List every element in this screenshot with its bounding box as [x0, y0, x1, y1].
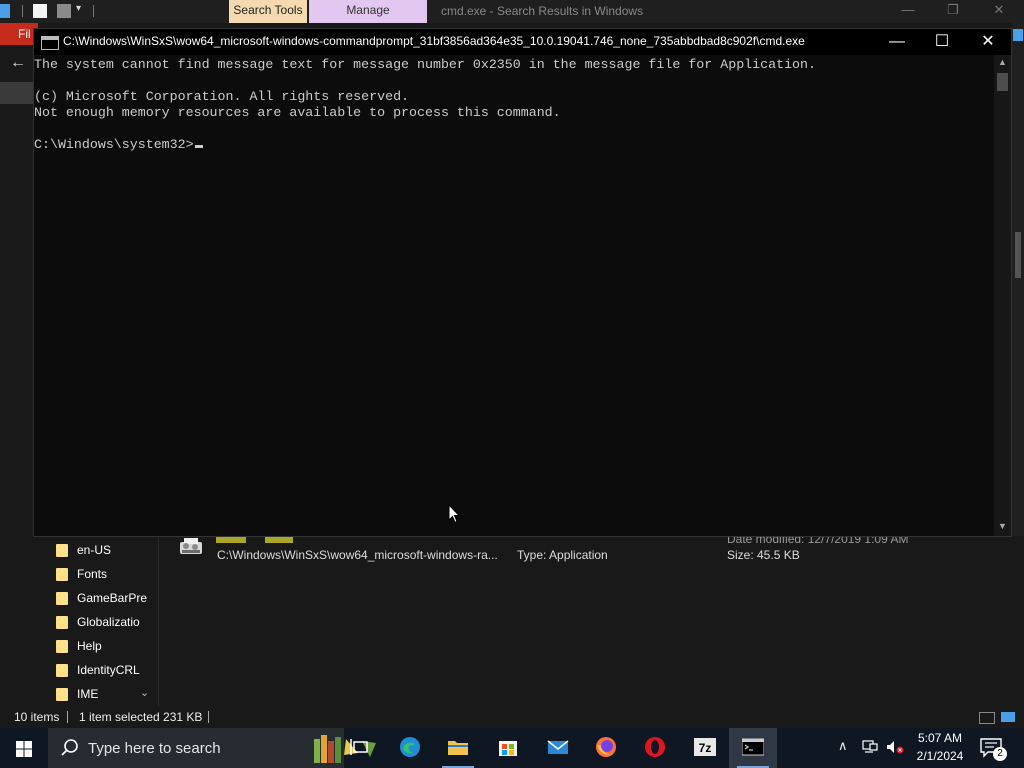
start-button[interactable] — [0, 728, 48, 768]
cmd-maximize-button[interactable]: ☐ — [919, 29, 965, 55]
volume-muted-icon[interactable] — [886, 740, 904, 754]
new-folder-icon[interactable] — [57, 4, 71, 18]
taskbar-7zip[interactable]: 7z — [681, 728, 729, 768]
status-separator — [67, 711, 68, 723]
taskbar-mail[interactable] — [534, 728, 582, 768]
back-arrow-icon[interactable]: ← — [10, 54, 26, 72]
cmd-minimize-button[interactable]: — — [874, 29, 920, 55]
taskbar-firefox[interactable] — [582, 728, 630, 768]
opera-icon — [645, 737, 665, 757]
text-cursor — [194, 145, 203, 148]
status-item-count: 10 items — [14, 710, 60, 724]
taskbar-edge[interactable] — [386, 728, 434, 768]
application-file-icon — [180, 538, 202, 554]
folder-icon — [56, 664, 68, 677]
taskbar-command-prompt[interactable] — [729, 728, 777, 768]
folder-icon — [56, 640, 68, 653]
firefox-icon — [596, 737, 616, 757]
explorer-scrollbar-thumb[interactable] — [1015, 232, 1021, 278]
file-tab[interactable]: Fil — [0, 23, 38, 45]
nav-item-label: en-US — [77, 543, 112, 557]
cmd-icon — [742, 738, 764, 756]
taskbar: Type here to search 7z ∧ 5:07 AM 2/1/202… — [0, 728, 1024, 768]
network-icon[interactable] — [862, 740, 878, 754]
cmd-scrollbar-thumb[interactable] — [997, 73, 1008, 91]
nav-item-label: Fonts — [77, 567, 108, 581]
7zip-icon-label: 7z — [699, 741, 712, 755]
7zip-icon: 7z — [694, 738, 716, 756]
console-line: The system cannot find message text for … — [34, 57, 816, 72]
nav-item-label: GameBarPre — [77, 591, 148, 605]
result-size: Size: 45.5 KB — [727, 548, 800, 562]
nav-item-label: IdentityCRL — [77, 663, 140, 677]
taskbar-search-box[interactable]: Type here to search — [48, 728, 376, 768]
status-selection: 1 item selected 231 KB — [79, 710, 203, 724]
search-placeholder: Type here to search — [88, 740, 221, 757]
windows-logo-icon — [16, 741, 32, 757]
console-output[interactable]: The system cannot find message text for … — [34, 55, 994, 536]
details-view-icon[interactable] — [979, 712, 995, 724]
status-bar: 10 items 1 item selected 231 KB — [0, 706, 1024, 728]
explorer-title-bar: ▾ Search Tools Manage cmd.exe - Search R… — [0, 0, 1024, 23]
explorer-minimize-button[interactable]: — — [893, 2, 923, 20]
explorer-app-icon — [0, 4, 10, 18]
quick-access-separator — [22, 5, 23, 17]
pane-divider[interactable] — [158, 536, 159, 706]
chevron-up-icon[interactable]: ▲ — [998, 57, 1007, 67]
properties-icon[interactable] — [33, 4, 47, 18]
nav-item-label: IME — [77, 687, 99, 701]
console-prompt-line[interactable]: C:\Windows\system32> — [34, 137, 203, 153]
explorer-close-button[interactable]: ✕ — [984, 2, 1014, 20]
cmd-window-title: C:\Windows\WinSxS\wow64_microsoft-window… — [63, 34, 805, 48]
clock-time[interactable]: 5:07 AM — [912, 731, 968, 745]
console-line: Not enough memory resources are availabl… — [34, 105, 561, 120]
mail-icon — [547, 740, 569, 754]
folder-icon — [448, 741, 468, 755]
console-prompt: C:\Windows\system32> — [34, 137, 194, 152]
console-line: (c) Microsoft Corporation. All rights re… — [34, 89, 410, 104]
customize-quick-access-icon[interactable]: ▾ — [76, 3, 81, 14]
cmd-scrollbar[interactable]: ▲ ▼ — [994, 55, 1011, 536]
help-icon[interactable] — [1013, 29, 1023, 41]
cmd-app-icon[interactable] — [41, 36, 59, 50]
task-view-button[interactable] — [336, 728, 384, 768]
explorer-window-title: cmd.exe - Search Results in Windows — [441, 4, 644, 18]
folder-icon — [56, 592, 68, 605]
nav-item-label: Globalizatio — [77, 615, 140, 629]
chevron-down-icon[interactable]: ▼ — [998, 521, 1007, 531]
taskbar-opera[interactable] — [631, 728, 679, 768]
status-separator — [208, 711, 209, 723]
taskbar-microsoft-store[interactable] — [484, 728, 532, 768]
show-hidden-icons-icon[interactable]: ∧ — [838, 738, 848, 754]
file-tab-label: Fil — [18, 27, 31, 41]
folder-icon — [56, 688, 68, 701]
cmd-title-bar[interactable]: C:\Windows\WinSxS\wow64_microsoft-window… — [34, 29, 1011, 55]
quick-access-separator — [93, 5, 94, 17]
tab-search-tools[interactable]: Search Tools — [229, 0, 307, 23]
clock-date[interactable]: 2/1/2024 — [912, 749, 968, 763]
edge-icon — [400, 737, 420, 757]
explorer-right-edge — [1012, 23, 1024, 536]
notification-badge: 2 — [993, 747, 1007, 761]
store-icon — [499, 741, 517, 756]
fonts-folder-icon — [56, 568, 68, 581]
result-type: Type: Application — [517, 548, 608, 562]
result-path[interactable]: C:\Windows\WinSxS\wow64_microsoft-window… — [217, 548, 498, 562]
search-icon — [61, 739, 78, 756]
folder-icon — [56, 544, 68, 557]
nav-selection-highlight — [0, 82, 34, 104]
large-icons-view-icon[interactable] — [1001, 712, 1015, 722]
cmd-close-button[interactable]: ✕ — [965, 29, 1011, 55]
nav-item-label: Help — [77, 639, 102, 653]
mouse-pointer-icon — [448, 504, 460, 524]
taskbar-file-explorer[interactable] — [434, 728, 482, 768]
tab-manage[interactable]: Manage — [309, 0, 427, 23]
explorer-restore-button[interactable]: ❐ — [938, 2, 968, 20]
command-prompt-window[interactable]: C:\Windows\WinSxS\wow64_microsoft-window… — [34, 29, 1011, 536]
folder-icon — [56, 616, 68, 629]
task-view-icon — [350, 739, 368, 755]
chevron-down-icon[interactable]: ⌄ — [140, 686, 149, 699]
navigation-pane: en-US Fonts GameBarPre Globalizatio Help… — [34, 536, 158, 706]
